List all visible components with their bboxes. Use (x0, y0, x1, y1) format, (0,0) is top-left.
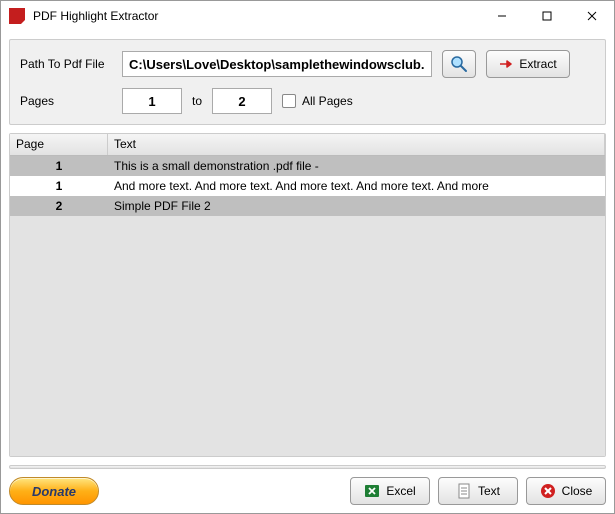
minimize-button[interactable] (479, 1, 524, 31)
browse-button[interactable] (442, 50, 476, 78)
extract-button[interactable]: Extract (486, 50, 570, 78)
pages-label: Pages (20, 94, 112, 108)
extract-label: Extract (519, 57, 556, 71)
text-button[interactable]: Text (438, 477, 518, 505)
donate-button[interactable]: Donate (9, 477, 99, 505)
table-row[interactable]: 1 This is a small demonstration .pdf fil… (10, 156, 605, 176)
all-pages-label: All Pages (302, 94, 353, 108)
close-label: Close (562, 484, 593, 498)
table-row[interactable]: 2 Simple PDF File 2 (10, 196, 605, 216)
footer: Donate Excel Text Close (9, 477, 606, 505)
excel-icon (364, 483, 380, 499)
col-header-page[interactable]: Page (10, 134, 108, 155)
cell-page: 1 (10, 177, 108, 195)
cell-page: 2 (10, 197, 108, 215)
titlebar: PDF Highlight Extractor (1, 1, 614, 31)
text-label: Text (478, 484, 500, 498)
cell-text: And more text. And more text. And more t… (108, 177, 605, 195)
results-grid: Page Text 1 This is a small demonstratio… (9, 133, 606, 457)
maximize-button[interactable] (524, 1, 569, 31)
col-header-text[interactable]: Text (108, 134, 605, 155)
excel-label: Excel (386, 484, 415, 498)
page-from-input[interactable] (122, 88, 182, 114)
window-title: PDF Highlight Extractor (33, 9, 479, 23)
arrow-right-icon (499, 57, 513, 71)
magnify-icon (450, 55, 468, 73)
grid-header: Page Text (10, 134, 605, 156)
cell-page: 1 (10, 157, 108, 175)
app-icon (9, 8, 25, 24)
page-to-label: to (192, 94, 202, 108)
path-input[interactable] (122, 51, 432, 77)
grid-body[interactable]: 1 This is a small demonstration .pdf fil… (10, 156, 605, 456)
input-panel: Path To Pdf File Extract Pages to All P (9, 39, 606, 125)
page-to-input[interactable] (212, 88, 272, 114)
window-controls (479, 1, 614, 31)
cell-text: Simple PDF File 2 (108, 197, 605, 215)
excel-button[interactable]: Excel (350, 477, 430, 505)
text-file-icon (456, 483, 472, 499)
path-label: Path To Pdf File (20, 57, 112, 71)
all-pages-checkbox[interactable] (282, 94, 296, 108)
close-button[interactable]: Close (526, 477, 606, 505)
close-icon (540, 483, 556, 499)
separator (9, 465, 606, 469)
table-row[interactable]: 1 And more text. And more text. And more… (10, 176, 605, 196)
cell-text: This is a small demonstration .pdf file … (108, 157, 605, 175)
close-window-button[interactable] (569, 1, 614, 31)
